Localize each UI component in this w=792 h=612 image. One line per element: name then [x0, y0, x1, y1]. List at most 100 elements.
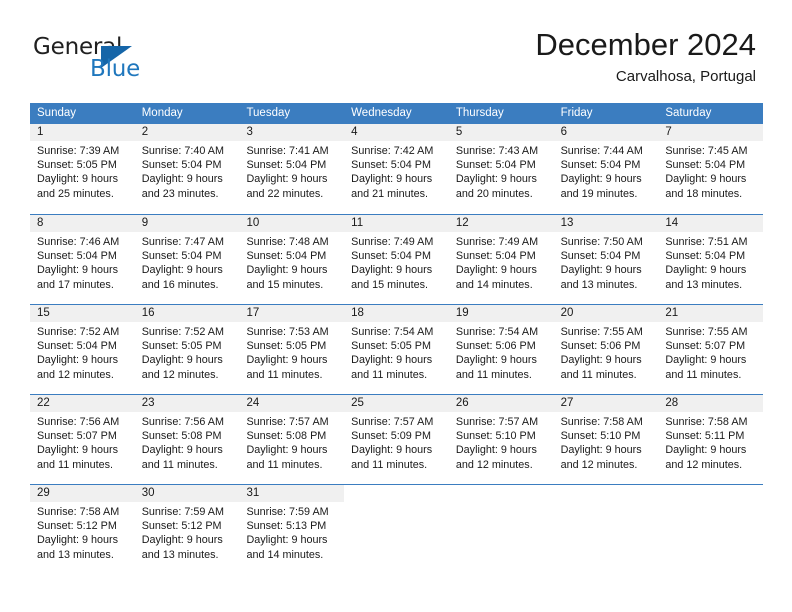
calendar-day-cell[interactable]: 18 Sunrise: 7:54 AM Sunset: 5:05 PM Dayligh… [344, 305, 449, 394]
day-number [449, 485, 554, 502]
day-sunrise-text: Sunrise: 7:57 AM [455, 416, 539, 428]
day-info: Sunrise: 7:58 AM Sunset: 5:12 PM Daylight:… [30, 502, 135, 562]
calendar-weeks: 1 Sunrise: 7:39 AM Sunset: 5:05 PM Daylight… [30, 124, 764, 574]
day-number: 13 [553, 215, 659, 232]
day-daylight-line1-text: Daylight: 9 hours [351, 173, 433, 186]
day-info: Sunrise: 7:52 AM Sunset: 5:05 PM Daylight:… [135, 322, 240, 382]
day-sunrise-text: Sunrise: 7:41 AM [246, 145, 329, 157]
day-daylight-line2-text: and 15 minutes. [351, 278, 428, 291]
calendar-day-cell[interactable]: 26 Sunrise: 7:57 AM Sunset: 5:10 PM Dayligh… [448, 395, 554, 484]
day-info: Sunrise: 7:59 AM Sunset: 5:12 PM Daylight:… [135, 502, 240, 562]
day-daylight-line1-text: Daylight: 9 hours [665, 354, 747, 367]
calendar-day-cell[interactable]: 27 Sunrise: 7:58 AM Sunset: 5:10 PM Dayligh… [553, 395, 659, 484]
calendar-day-cell[interactable]: 24 Sunrise: 7:57 AM Sunset: 5:08 PM Dayligh… [239, 395, 345, 484]
day-daylight-line2-text: and 13 minutes. [37, 548, 114, 561]
day-number: 8 [30, 215, 135, 232]
day-daylight-line1-text: Daylight: 9 hours [246, 173, 328, 186]
day-daylight-line2-text: and 11 minutes. [351, 368, 428, 381]
calendar-day-cell[interactable]: 10 Sunrise: 7:48 AM Sunset: 5:04 PM Dayligh… [239, 215, 345, 304]
calendar-day-cell-empty [554, 485, 659, 574]
day-number: 21 [658, 305, 764, 322]
day-daylight-line1-text: Daylight: 9 hours [37, 444, 119, 457]
calendar-day-cell[interactable]: 8 Sunrise: 7:46 AM Sunset: 5:04 PM Daylight… [30, 215, 135, 304]
calendar-day-cell[interactable]: 21 Sunrise: 7:55 AM Sunset: 5:07 PM Dayligh… [658, 305, 764, 394]
day-daylight-line1-text: Daylight: 9 hours [141, 354, 223, 367]
calendar-week-row: 29 Sunrise: 7:58 AM Sunset: 5:12 PM Dayligh… [30, 484, 763, 574]
day-info: Sunrise: 7:55 AM Sunset: 5:06 PM Daylight:… [554, 322, 659, 382]
day-number: 16 [134, 305, 240, 322]
day-daylight-line2-text: and 12 minutes. [560, 458, 638, 471]
day-sunset-text: Sunset: 5:08 PM [141, 430, 222, 443]
day-sunrise-text: Sunrise: 7:44 AM [560, 145, 643, 157]
calendar-day-cell[interactable]: 28 Sunrise: 7:58 AM Sunset: 5:11 PM Dayligh… [658, 395, 764, 484]
day-sunset-text: Sunset: 5:08 PM [246, 430, 327, 443]
calendar-day-cell[interactable]: 25 Sunrise: 7:57 AM Sunset: 5:09 PM Dayligh… [344, 395, 449, 484]
calendar-day-cell[interactable]: 2 Sunrise: 7:40 AM Sunset: 5:04 PM Daylight… [134, 124, 240, 214]
calendar-day-cell[interactable]: 5 Sunrise: 7:43 AM Sunset: 5:04 PM Daylight… [448, 124, 554, 214]
day-daylight-line2-text: and 11 minutes. [665, 368, 742, 381]
calendar-day-cell[interactable]: 3 Sunrise: 7:41 AM Sunset: 5:04 PM Daylight… [239, 124, 345, 214]
day-daylight-line2-text: and 22 minutes. [246, 187, 324, 200]
day-info: Sunrise: 7:53 AM Sunset: 5:05 PM Daylight:… [239, 322, 344, 382]
day-daylight-line2-text: and 17 minutes. [37, 278, 114, 291]
calendar-day-cell[interactable]: 4 Sunrise: 7:42 AM Sunset: 5:04 PM Daylight… [344, 124, 449, 214]
calendar-day-cell[interactable]: 17 Sunrise: 7:53 AM Sunset: 5:05 PM Dayligh… [239, 305, 345, 394]
day-info: Sunrise: 7:57 AM Sunset: 5:10 PM Daylight:… [449, 412, 554, 472]
day-number: 27 [553, 395, 659, 412]
calendar-day-cell[interactable]: 9 Sunrise: 7:47 AM Sunset: 5:04 PM Daylight… [134, 215, 240, 304]
day-daylight-line2-text: and 12 minutes. [455, 458, 533, 471]
day-daylight-line1-text: Daylight: 9 hours [455, 444, 537, 457]
calendar-day-cell[interactable]: 15 Sunrise: 7:52 AM Sunset: 5:04 PM Dayligh… [30, 305, 135, 394]
calendar-day-cell[interactable]: 20 Sunrise: 7:55 AM Sunset: 5:06 PM Dayligh… [553, 305, 659, 394]
day-number: 30 [134, 485, 240, 502]
day-sunset-text: Sunset: 5:04 PM [665, 159, 746, 172]
day-daylight-line2-text: and 14 minutes. [246, 548, 324, 561]
day-sunset-text: Sunset: 5:05 PM [246, 340, 327, 353]
calendar-day-cell[interactable]: 6 Sunrise: 7:44 AM Sunset: 5:04 PM Daylight… [553, 124, 659, 214]
day-number: 4 [344, 124, 449, 141]
day-sunrise-text: Sunrise: 7:52 AM [141, 326, 224, 338]
day-number: 12 [448, 215, 554, 232]
calendar-day-cell[interactable]: 13 Sunrise: 7:50 AM Sunset: 5:04 PM Dayligh… [553, 215, 659, 304]
calendar-day-cell[interactable]: 12 Sunrise: 7:49 AM Sunset: 5:04 PM Dayligh… [448, 215, 554, 304]
calendar-day-cell[interactable]: 19 Sunrise: 7:54 AM Sunset: 5:06 PM Dayligh… [448, 305, 554, 394]
day-sunset-text: Sunset: 5:04 PM [351, 159, 431, 172]
brand-name-blue: Blue [90, 56, 141, 82]
day-daylight-line1-text: Daylight: 9 hours [665, 173, 747, 186]
calendar-week-row: 8 Sunrise: 7:46 AM Sunset: 5:04 PM Daylight… [30, 214, 764, 304]
calendar-day-cell[interactable]: 23 Sunrise: 7:56 AM Sunset: 5:08 PM Dayligh… [134, 395, 240, 484]
day-info: Sunrise: 7:39 AM Sunset: 5:05 PM Daylight:… [30, 141, 135, 201]
day-sunrise-text: Sunrise: 7:55 AM [665, 326, 748, 338]
day-sunset-text: Sunset: 5:06 PM [455, 340, 536, 353]
day-info: Sunrise: 7:45 AM Sunset: 5:04 PM Daylight:… [658, 141, 763, 201]
day-daylight-line1-text: Daylight: 9 hours [560, 444, 642, 457]
title-block: December 2024 Carvalhosa, Portugal [535, 26, 756, 88]
day-daylight-line1-text: Daylight: 9 hours [560, 173, 642, 186]
day-daylight-line1-text: Daylight: 9 hours [141, 264, 223, 277]
day-number: 9 [134, 215, 240, 232]
day-sunrise-text: Sunrise: 7:58 AM [665, 416, 748, 428]
calendar-day-cell-empty [658, 485, 763, 574]
day-daylight-line2-text: and 12 minutes. [141, 368, 219, 381]
day-sunset-text: Sunset: 5:11 PM [665, 430, 745, 443]
day-sunrise-text: Sunrise: 7:51 AM [665, 236, 748, 248]
day-number: 10 [239, 215, 345, 232]
calendar-day-cell[interactable]: 22 Sunrise: 7:56 AM Sunset: 5:07 PM Dayligh… [30, 395, 135, 484]
calendar-day-cell[interactable]: 16 Sunrise: 7:52 AM Sunset: 5:05 PM Dayligh… [134, 305, 240, 394]
day-sunrise-text: Sunrise: 7:56 AM [141, 416, 224, 428]
day-daylight-line1-text: Daylight: 9 hours [560, 354, 642, 367]
day-info: Sunrise: 7:44 AM Sunset: 5:04 PM Daylight:… [554, 141, 659, 201]
day-info: Sunrise: 7:57 AM Sunset: 5:08 PM Daylight:… [239, 412, 344, 472]
calendar-day-cell[interactable]: 31 Sunrise: 7:59 AM Sunset: 5:13 PM Dayligh… [239, 485, 345, 574]
weekday-header-monday: Monday [141, 107, 183, 119]
calendar-day-cell[interactable]: 30 Sunrise: 7:59 AM Sunset: 5:12 PM Dayligh… [134, 485, 240, 574]
calendar-day-cell[interactable]: 14 Sunrise: 7:51 AM Sunset: 5:04 PM Dayligh… [658, 215, 764, 304]
day-daylight-line2-text: and 12 minutes. [665, 458, 743, 471]
calendar-day-cell[interactable]: 7 Sunrise: 7:45 AM Sunset: 5:04 PM Daylight… [658, 124, 764, 214]
calendar-day-cell[interactable]: 11 Sunrise: 7:49 AM Sunset: 5:04 PM Dayligh… [344, 215, 449, 304]
day-sunrise-text: Sunrise: 7:47 AM [141, 236, 224, 248]
brand-logo[interactable]: General Blue [33, 34, 213, 84]
calendar-day-cell[interactable]: 1 Sunrise: 7:39 AM Sunset: 5:05 PM Daylight… [30, 124, 135, 214]
calendar-day-cell[interactable]: 29 Sunrise: 7:58 AM Sunset: 5:12 PM Dayligh… [30, 485, 135, 574]
weekday-header-sunday: Sunday [37, 107, 77, 119]
